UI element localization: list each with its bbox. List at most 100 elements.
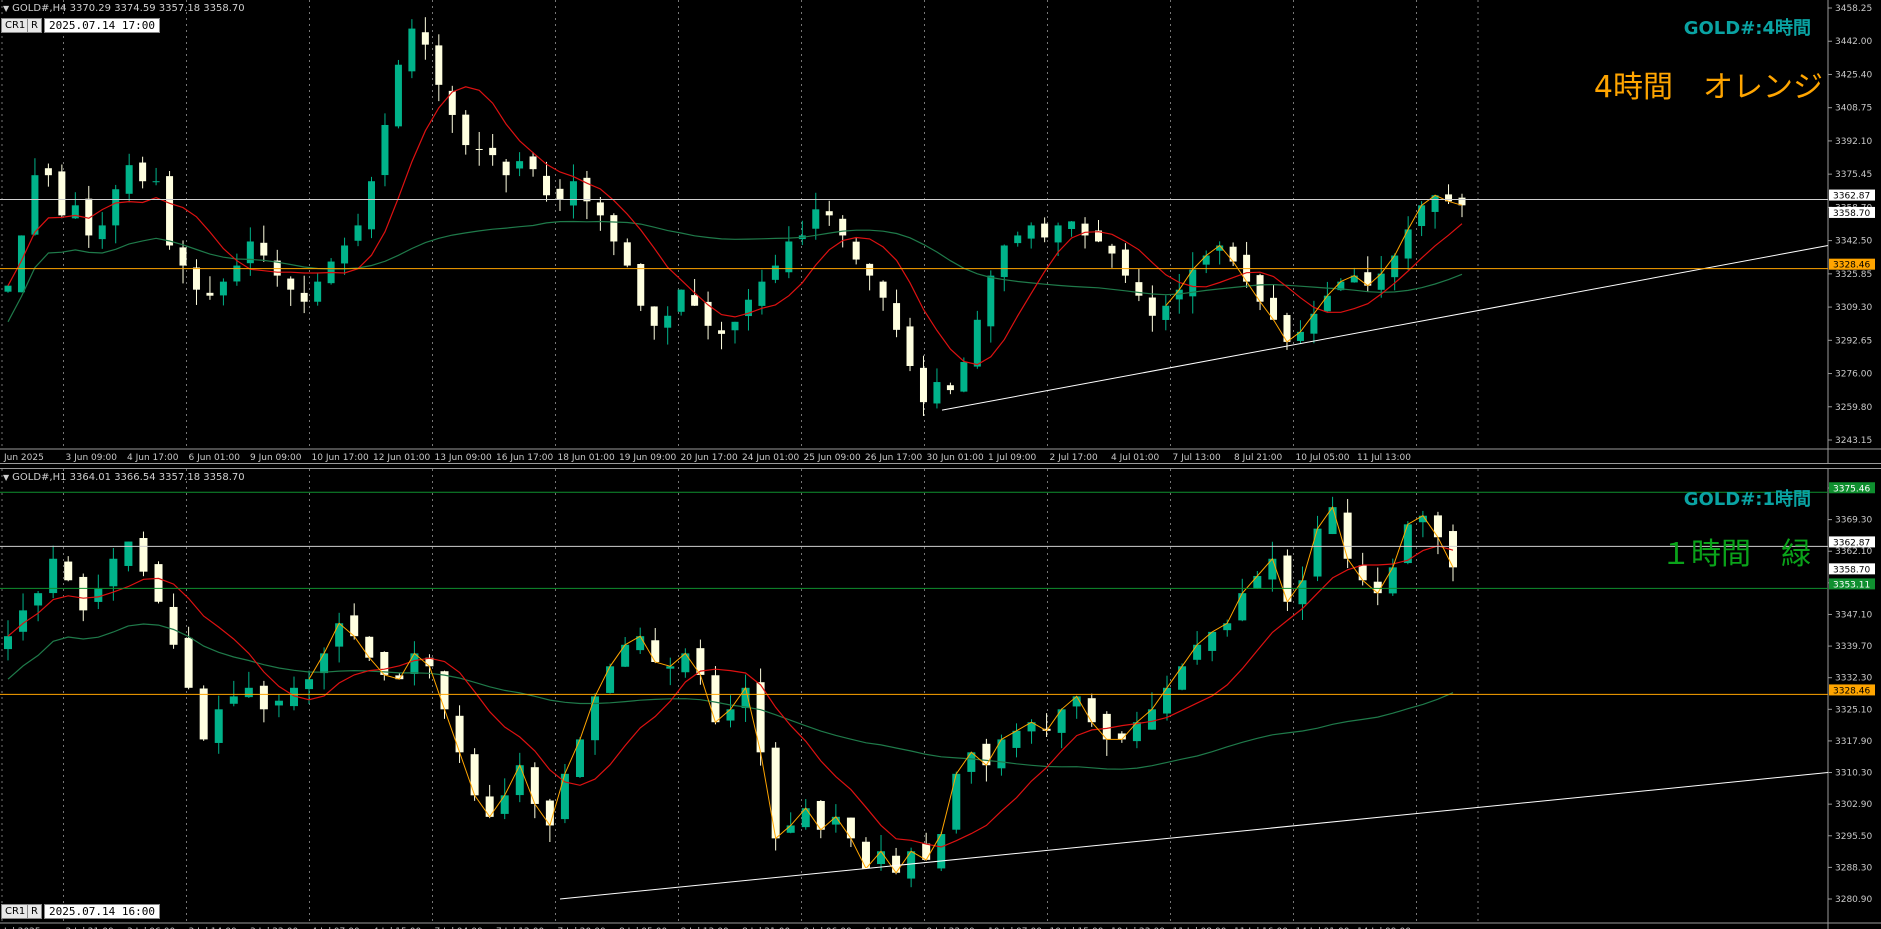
h4-candle-body [58, 171, 66, 216]
h4-candle-body [946, 385, 954, 391]
h1-candle-body [244, 687, 253, 698]
cr1-button-h1[interactable]: CR1 [1, 904, 30, 919]
h1-candle-body [1343, 512, 1352, 559]
h4-candle-body [475, 148, 483, 150]
h4-y-tick-label: 3309.30 [1835, 303, 1872, 313]
h4-y-tick-label: 3408.75 [1835, 104, 1872, 114]
h1-candle-body [4, 636, 12, 650]
h4-candle-body [219, 281, 227, 296]
cr1-button[interactable]: CR1 [1, 18, 30, 33]
h4-candle-body [394, 64, 402, 127]
h4-candle-body [771, 265, 779, 280]
h1-candle-body [1223, 623, 1232, 631]
h4-x-tick-label: 4 Jul 01:00 [1111, 453, 1160, 463]
h4-candle-body [341, 245, 349, 264]
h1-candle-body [455, 715, 464, 753]
h4-x-tick-label: 3 Jun 09:00 [66, 453, 118, 463]
h4-candle-body [825, 211, 833, 216]
h4-candle-body [1000, 245, 1008, 278]
h1-corner-label: GOLD#:1時間 [1683, 489, 1811, 510]
h4-y-tick-label: 3292.65 [1835, 336, 1872, 346]
h1-candle-body [1193, 644, 1202, 660]
h1-candle-body [1313, 528, 1322, 577]
h4-candle-body [960, 361, 968, 392]
r-button[interactable]: R [27, 18, 42, 33]
h4-candle-body [1041, 223, 1049, 238]
h1-candle-body [485, 796, 494, 817]
h4-candle-body [381, 124, 389, 176]
h4-candle-body [731, 321, 739, 331]
h4-candle-body [543, 175, 551, 196]
h4-candle-body [1148, 297, 1156, 316]
h4-candle-body [691, 295, 699, 306]
h4-candle-body [4, 285, 12, 292]
h4-x-tick-label: 26 Jun 17:00 [865, 453, 922, 463]
h4-candle-body [1202, 255, 1210, 265]
h1-candle-body [109, 558, 118, 587]
h4-candle-body [1162, 305, 1170, 320]
h1-candle-body [410, 653, 419, 674]
h4-candle-body [1431, 195, 1439, 212]
h4-x-tick-label: 18 Jun 01:00 [558, 453, 615, 463]
h4-candle-body [637, 263, 645, 306]
h4-candle-body [569, 181, 577, 206]
h1-candle-body [259, 685, 268, 710]
h4-x-tick-label: 7 Jul 13:00 [1173, 453, 1222, 463]
h4-candle-body [516, 161, 524, 169]
h4-y-tick-label: 3259.80 [1835, 403, 1872, 413]
h1-candle-body [952, 773, 961, 830]
h4-candle-body [1027, 225, 1035, 239]
chart-pane-h1[interactable]: 3376.453369.303362.103354.503347.103339.… [0, 469, 1881, 929]
h4-note-text: 4時間 オレンジ [1593, 70, 1823, 105]
h4-candle-body [421, 32, 429, 45]
h1-candle-body [877, 851, 886, 865]
h1-trendline [559, 772, 1829, 900]
h4-trendline [941, 244, 1829, 411]
h4-candle-body [502, 161, 510, 176]
chart-pane-h4[interactable]: 3458.25 3442.00 3425.40 3408.75 3392.10 3375.… [0, 0, 1881, 463]
r-button-h1[interactable]: R [27, 904, 42, 919]
h1-candle-body [199, 688, 208, 740]
h4-x-tick-label: 25 Jun 09:00 [804, 453, 861, 463]
h4-candle-body [879, 281, 887, 298]
h4-x-tick-label: 12 Jun 01:00 [373, 453, 430, 463]
h4-x-tick-label: 24 Jun 01:00 [742, 453, 799, 463]
h4-y-tick-label: 3425.40 [1835, 70, 1872, 80]
h4-y-tick-label: 3458.25 [1835, 4, 1872, 14]
h4-candle-body [1108, 245, 1116, 254]
h4-candle-body [906, 326, 914, 366]
h4-candle-body [462, 114, 470, 146]
h4-y-tick-label: 3342.50 [1835, 237, 1872, 247]
crosshair-datetime: 2025.07.14 17:00 [44, 18, 160, 33]
h4-candle-body [354, 225, 362, 241]
h1-price-label: 3375.46 [1833, 484, 1870, 494]
h1-candle-body [365, 636, 374, 658]
h4-price-axis [1828, 0, 1881, 463]
h4-candle-body [623, 242, 631, 266]
h1-candle-body [1253, 575, 1262, 589]
h1-candle-body [79, 576, 88, 611]
h4-y-tick-label: 3243.15 [1835, 436, 1872, 446]
h4-x-tick-label: 2 Jul 17:00 [1050, 453, 1099, 463]
h4-candle-body [987, 275, 995, 327]
h1-candle-body [560, 773, 569, 820]
h1-candle-body [892, 855, 901, 873]
h1-candle-body [350, 615, 359, 637]
h4-x-tick-label: 10 Jul 05:00 [1296, 453, 1350, 463]
h1-y-tick-label: 3362.10 [1835, 547, 1872, 557]
h1-chart-canvas[interactable]: 3376.453369.303362.103354.503347.103339.… [0, 469, 1881, 929]
h4-corner-label: GOLD#:4時間 [1683, 18, 1811, 39]
h4-candle-body [233, 265, 241, 282]
h4-candle-body [192, 267, 200, 290]
h4-candle-body [489, 147, 497, 156]
h1-candle-body [440, 671, 449, 710]
h1-candle-body [982, 743, 991, 766]
h1-note-text: １時間 緑 [1661, 537, 1811, 572]
h1-y-tick-label: 3339.70 [1835, 642, 1872, 652]
h4-candle-body [1054, 225, 1062, 243]
h1-candle-body [861, 841, 870, 869]
h4-price-label: 3362.87 [1833, 192, 1870, 202]
h1-candle-body [64, 561, 73, 581]
h1-candle-body [1012, 730, 1021, 748]
h4-candle-body [287, 278, 295, 290]
